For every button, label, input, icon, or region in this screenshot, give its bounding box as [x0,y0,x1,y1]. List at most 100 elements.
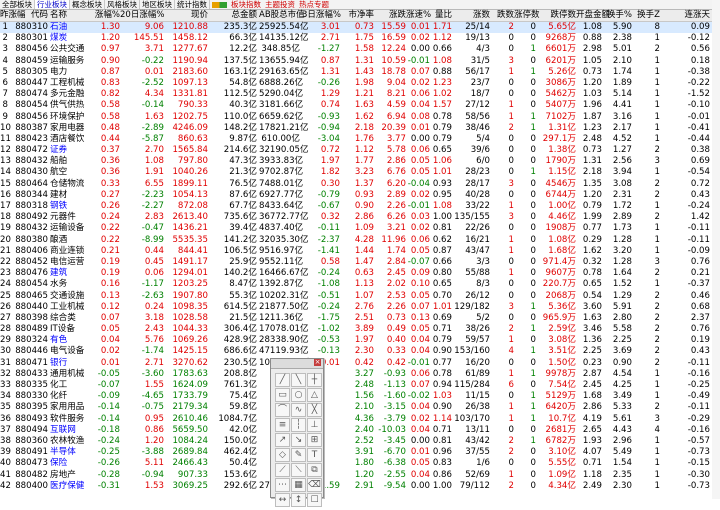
table-row[interactable]: 9 880456 环境保护 0.58 1.63 1202.75 110.0亿 6659.62亿… [0,112,720,123]
header-13[interactable]: 涨数 [452,10,490,21]
tab-extra-1[interactable]: 主题投资 [263,0,297,9]
table-row[interactable]: 36 880493 软件服务 -0.14 0.95 2610.46 1084.7亿 4.36-… [0,414,720,425]
table-row[interactable]: 7 880474 多元金融 0.82 4.34 1331.81 112.5亿 5290.04亿… [0,89,720,100]
drawing-tool-icon[interactable]: ↗ [275,433,290,447]
table-row[interactable]: 15 880464 仓储物流 0.33 6.55 1899.11 76.5亿 7488.01亿… [0,179,720,190]
table-row[interactable]: 18 880492 元器件 0.24 2.83 2613.40 735.6亿 36772.77… [0,212,720,223]
drawing-tool-icon[interactable]: △ [307,388,322,402]
tab-extra-0[interactable]: 板块指数 [229,0,263,9]
header-8[interactable]: 3日涨幅% [302,10,341,21]
tab-extra-2[interactable]: 热点专题 [297,0,331,9]
drawing-tool-icon[interactable]: ┼ [307,373,322,387]
table-row[interactable]: 31880471银行0.012.713270.62230.5亿101553.00… [0,358,720,369]
header-15[interactable]: 涨停数 [514,10,540,21]
drawing-tool-icon[interactable]: ╱ [275,373,290,387]
drawing-tool-icon[interactable]: ◇ [275,448,290,462]
table-row[interactable]: 25 880465 交通设施 0.13 -2.63 1907.80 55.3亿 10202.3… [0,291,720,302]
drawing-tool-icon[interactable]: ▦ [291,478,306,492]
table-row[interactable]: 14 880430 航空 0.36 1.91 1040.26 21.3亿 9702.87亿 1.… [0,167,720,178]
drawing-tool-icon[interactable]: ┆ [291,418,306,432]
table-row[interactable]: 11 880423 酒店餐饮 0.44 -5.87 860.63 9.87亿 610.00亿 -… [0,134,720,145]
table-row[interactable]: 20 880380 酿酒 0.22 -8.99 5535.35 141.2亿 32035.30… [0,235,720,246]
table-row[interactable]: 23 880476 建筑 0.19 0.06 1294.01 140.2亿 16466.67亿… [0,268,720,279]
vertical-scrollbar[interactable] [712,0,720,499]
drawing-tool-icon[interactable]: ⟍ [291,463,306,477]
table-row[interactable]: 17 880318 钢铁 0.26 -2.27 872.08 67.7亿 8433.64亿 -0… [0,201,720,212]
header-9[interactable]: 市净率 [342,10,374,21]
drawing-tool-icon[interactable]: ⌫ [307,478,322,492]
table-row[interactable]: 22 880452 电信运营 0.19 0.45 1491.17 25.9亿 9552.11亿… [0,257,720,268]
tab-2[interactable]: 概念板块 [70,0,105,9]
header-6[interactable]: 总金额 [210,10,257,21]
drawing-tool-icon[interactable]: ⧉ [307,463,322,477]
table-row[interactable]: 21 880406 商业连锁 0.21 0.44 844.41 106.5亿 9516.97亿… [0,246,720,257]
drawing-tool-icon[interactable]: ✎ [291,448,306,462]
header-18[interactable]: 换手% [602,10,632,21]
table-row[interactable]: 27 880398 综合类 0.07 3.18 1028.58 21.5亿 1211.36亿 -… [0,313,720,324]
tab-5[interactable]: 统计指数 [175,0,210,9]
header-4[interactable]: 20日涨幅% [120,10,164,21]
table-row[interactable]: 5 880305 电力 0.87 0.01 2183.60 163.1亿 29163.65亿 1… [0,67,720,78]
header-11[interactable]: 涨速% [406,10,431,21]
table-row[interactable]: 6 880447 工程机械 0.83 -2.52 1097.13 54.8亿 6888.26亿… [0,78,720,89]
drawing-tools-panel[interactable]: × ╱ ╲ ┼ ▭ ○ △ ⌒ ∿ ╳ ≡ ┆ ⊥ ↗ ↘ ⊞ ◇ ✎ T ⟋ ⟍ ⧉ ⋯ ▦ ⌫ ↔ ↕ ☐ [270,358,324,507]
table-row[interactable]: 29 880324 有色 0.04 5.76 1069.26 428.9亿 28338.90亿… [0,335,720,346]
table-row[interactable]: 34 880330 化纤 -0.09 -4.65 1733.79 75.4亿 1.56 -1.6… [0,391,720,402]
drawing-tool-icon[interactable]: T [307,448,322,462]
drawing-tool-icon[interactable]: ╳ [307,403,322,417]
drawing-tool-icon[interactable]: ↘ [291,433,306,447]
header-16[interactable]: 跌停数 [536,10,576,21]
header-2[interactable]: 名称 [50,10,86,21]
drawing-tool-icon[interactable]: ↔ [275,493,290,507]
drawing-tool-icon[interactable]: ╲ [291,373,306,387]
drawing-tool-icon[interactable]: ⊞ [307,433,322,447]
table-row[interactable]: 4 880459 运输服务 0.90 -0.22 1190.94 137.5亿 13655.9… [0,56,720,67]
table-row[interactable]: 35 880395 家用用品 -0.14 -0.75 2179.34 59.8亿 2.10 -3… [0,402,720,413]
drawing-tool-icon[interactable]: ⋯ [275,478,290,492]
table-row[interactable]: 41 880482 房地产 -0.28 -0.94 907.33 153.6亿 1.20 -2.… [0,470,720,481]
drawing-tool-icon[interactable]: ↕ [291,493,306,507]
table-row[interactable]: 12 880472 证券 0.37 2.70 1565.84 214.6亿 32190.05亿… [0,145,720,156]
header-12[interactable]: 量比 [430,10,452,21]
table-row[interactable]: 8 880454 供气供热 0.58 -0.14 790.33 40.3亿 3181.66亿 0… [0,100,720,111]
header-7[interactable]: AB股总市值 [259,10,305,21]
header-21[interactable]: 昨涨幅 [0,10,26,21]
tab-3[interactable]: 风格板块 [105,0,140,9]
table-row[interactable]: 13 880432 船舶 0.36 1.08 797.80 47.3亿 3933.83亿 1.9… [0,156,720,167]
header-14[interactable]: 跌数 [490,10,514,21]
panel-title-bar[interactable]: × [271,359,323,369]
header-17[interactable]: 开盘金额 [576,10,610,21]
table-row[interactable]: 38 880360 农林牧渔 -0.24 1.20 1084.24 150.0亿 2.52 -3… [0,436,720,447]
table-row[interactable]: 24 880454 水务 0.16 -1.17 1203.25 8.47亿 1392.87亿 -… [0,279,720,290]
table-row[interactable]: 16 880344 建材 0.27 -2.23 1054.13 87.6亿 6927.77亿 -… [0,190,720,201]
drawing-tool-icon[interactable]: ≡ [275,418,290,432]
table-row[interactable]: 2 880301 煤炭 1.20 145.51 1458.12 66.3亿 14135.12亿… [0,33,720,44]
tab-0[interactable]: 全部板块 [0,0,35,9]
header-19[interactable]: 换手Z [632,10,660,21]
table-row[interactable]: 33 880335 化工 -0.07 1.55 1624.09 761.3亿 2.48 -1.1… [0,380,720,391]
drawing-tool-icon[interactable]: ⌒ [275,403,290,417]
header-20[interactable]: 连涨天 [660,10,710,21]
tab-4[interactable]: 地区板块 [140,0,175,9]
table-row[interactable]: 32 880433 通用机械 -0.05 -3.60 1783.63 208.8亿 3.27-… [0,369,720,380]
close-icon[interactable]: × [314,359,321,366]
header-5[interactable]: 现价 [164,10,208,21]
table-row[interactable]: 42880400医疗保健-0.311.533069.25292.6亿27921.… [0,481,720,492]
table-row[interactable]: 28 880489 IT设备 0.05 2.43 1044.33 306.4亿 17078.0… [0,324,720,335]
drawing-tool-icon[interactable]: ☐ [307,493,322,507]
table-row[interactable]: 26 880440 工业机械 0.12 0.24 1098.35 614.5亿 21877.5… [0,302,720,313]
header-10[interactable]: 涨跌 [374,10,406,21]
drawing-tool-icon[interactable]: ⟋ [275,463,290,477]
drawing-tool-icon[interactable]: ○ [291,388,306,402]
table-row[interactable]: 40 880473 保险 -0.26 5.11 2466.43 50.4亿 1.80 -6.38… [0,458,720,469]
table-row[interactable]: 3 880456 公共交通 0.97 3.71 1277.67 12.2亿 348.85亿 -1… [0,44,720,55]
header-3[interactable]: 涨幅% [86,10,120,21]
drawing-tool-icon[interactable]: ▭ [275,388,290,402]
table-row[interactable]: 10 880387 家用电器 0.48 -2.89 4246.09 148.2亿 17821.… [0,123,720,134]
table-row[interactable]: 19 880432 运输设备 0.22 -0.47 1436.21 39.4亿 4837.40… [0,223,720,234]
table-row[interactable]: 37 880494 互联网 -0.18 0.86 5659.50 42.0亿 2.40 -10.… [0,425,720,436]
table-row[interactable]: 1 880310 石油 1.30 9.06 1210.88 235.3亿 25925.54亿 3… [0,22,720,34]
drawing-tool-icon[interactable]: ⊥ [307,418,322,432]
table-row[interactable]: 39 880491 半导体 -0.25 -3.88 2689.84 462.4亿 3.91 -6… [0,447,720,458]
table-row[interactable]: 30 880446 电气设备 0.02 -1.74 1425.15 686.6亿 47119.… [0,346,720,357]
